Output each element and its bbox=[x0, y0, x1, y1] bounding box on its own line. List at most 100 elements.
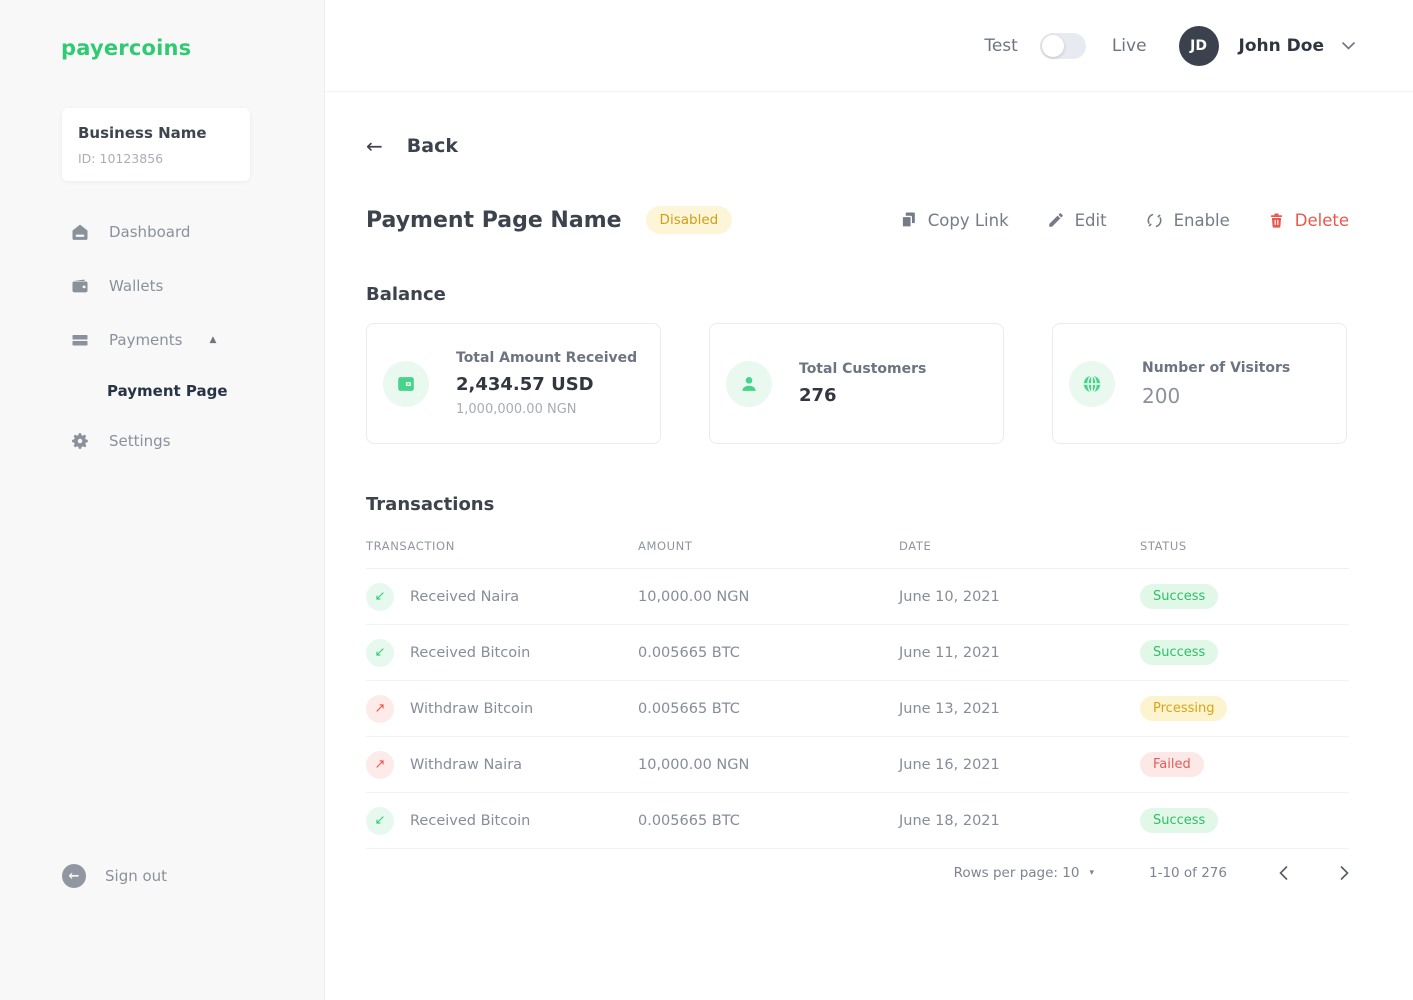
pagination: Rows per page: 10 ▾ 1-10 of 276 bbox=[366, 865, 1349, 881]
table-row: ↗ Withdraw Bitcoin 0.005665 BTC June 13,… bbox=[366, 681, 1349, 737]
table-row: ↙ Received Bitcoin 0.005665 BTC June 18,… bbox=[366, 793, 1349, 849]
transactions-heading: Transactions bbox=[366, 494, 1349, 515]
transaction-date: June 13, 2021 bbox=[899, 701, 1140, 717]
copy-link-button[interactable]: Copy Link bbox=[899, 210, 1009, 230]
transaction-date: June 16, 2021 bbox=[899, 757, 1140, 773]
home-icon bbox=[70, 222, 90, 242]
gear-icon bbox=[70, 431, 90, 451]
copy-icon bbox=[899, 210, 918, 230]
card-value: 276 bbox=[799, 385, 926, 406]
previous-page-button[interactable] bbox=[1279, 866, 1288, 880]
copy-link-label: Copy Link bbox=[928, 211, 1009, 230]
transaction-name: Received Bitcoin bbox=[410, 813, 530, 829]
transactions-body: ↙ Received Naira 10,000.00 NGN June 10, … bbox=[366, 569, 1349, 849]
chevron-right-icon bbox=[1340, 866, 1349, 880]
sidebar-nav: Dashboard Wallets Payments ▲ Payment Pag… bbox=[0, 205, 324, 468]
transaction-status-badge: Success bbox=[1140, 808, 1218, 833]
table-header: TRANSACTION AMOUNT DATE STATUS bbox=[366, 539, 1349, 569]
globe-icon bbox=[1069, 361, 1115, 407]
transaction-status-badge: Prcessing bbox=[1140, 696, 1227, 721]
transactions-table: TRANSACTION AMOUNT DATE STATUS ↙ Receive… bbox=[366, 539, 1349, 849]
transaction-date: June 18, 2021 bbox=[899, 813, 1140, 829]
transaction-amount: 10,000.00 NGN bbox=[638, 589, 899, 605]
avatar[interactable]: JD bbox=[1179, 26, 1219, 66]
card-value: 200 bbox=[1142, 384, 1290, 408]
column-date: DATE bbox=[899, 539, 1140, 553]
table-row: ↙ Received Bitcoin 0.005665 BTC June 11,… bbox=[366, 625, 1349, 681]
rows-per-page-label: Rows per page: 10 bbox=[954, 865, 1080, 881]
pagination-range: 1-10 of 276 bbox=[1149, 865, 1227, 881]
enable-button[interactable]: Enable bbox=[1145, 211, 1230, 230]
sidebar-item-label: Settings bbox=[109, 432, 171, 450]
balance-heading: Balance bbox=[366, 284, 1349, 305]
transaction-date: June 11, 2021 bbox=[899, 645, 1140, 661]
transaction-amount: 0.005665 BTC bbox=[638, 701, 899, 717]
edit-label: Edit bbox=[1075, 211, 1107, 230]
chevron-left-icon bbox=[1279, 866, 1288, 880]
card-sub-value: 1,000,000.00 NGN bbox=[456, 402, 637, 417]
sidebar-item-payment-page[interactable]: Payment Page bbox=[0, 367, 324, 414]
transaction-direction-icon: ↙ bbox=[366, 639, 394, 667]
transaction-status-badge: Failed bbox=[1140, 752, 1204, 777]
next-page-button[interactable] bbox=[1340, 866, 1349, 880]
transaction-direction-icon: ↗ bbox=[366, 695, 394, 723]
enable-label: Enable bbox=[1174, 211, 1230, 230]
test-live-toggle[interactable] bbox=[1040, 33, 1086, 59]
sidebar-item-settings[interactable]: Settings bbox=[0, 414, 324, 468]
back-button[interactable]: ← Back bbox=[366, 134, 458, 158]
business-name: Business Name bbox=[78, 124, 236, 142]
transaction-name: Withdraw Bitcoin bbox=[410, 701, 533, 717]
sidebar-item-wallets[interactable]: Wallets bbox=[0, 259, 324, 313]
signout-label: Sign out bbox=[105, 867, 167, 885]
main-area: Test Live JD John Doe ← Back Payment Pag… bbox=[325, 0, 1413, 1000]
chevron-down-icon[interactable] bbox=[1342, 42, 1355, 50]
toggle-knob bbox=[1042, 35, 1064, 57]
signout-button[interactable]: ← Sign out bbox=[62, 864, 167, 888]
delete-label: Delete bbox=[1295, 211, 1349, 230]
transaction-amount: 0.005665 BTC bbox=[638, 813, 899, 829]
transaction-amount: 0.005665 BTC bbox=[638, 645, 899, 661]
table-row: ↗ Withdraw Naira 10,000.00 NGN June 16, … bbox=[366, 737, 1349, 793]
transaction-date: June 10, 2021 bbox=[899, 589, 1140, 605]
trash-icon bbox=[1268, 211, 1285, 230]
pencil-icon bbox=[1047, 211, 1065, 229]
balance-cards: Total Amount Received 2,434.57 USD 1,000… bbox=[366, 323, 1349, 444]
signout-icon: ← bbox=[62, 864, 86, 888]
page-actions: Copy Link Edit Enable Delete bbox=[899, 210, 1349, 230]
business-id: ID: 10123856 bbox=[78, 151, 236, 166]
person-icon bbox=[726, 361, 772, 407]
wallet-icon bbox=[70, 276, 90, 296]
transaction-status-badge: Success bbox=[1140, 640, 1218, 665]
rows-per-page-dropdown[interactable]: Rows per page: 10 ▾ bbox=[954, 865, 1094, 881]
test-mode-label: Test bbox=[984, 36, 1017, 56]
transaction-name: Received Naira bbox=[410, 589, 519, 605]
column-status: STATUS bbox=[1140, 539, 1349, 553]
card-total-customers: Total Customers 276 bbox=[709, 323, 1004, 444]
sidebar-item-payments[interactable]: Payments ▲ bbox=[0, 313, 324, 367]
card-number-of-visitors: Number of Visitors 200 bbox=[1052, 323, 1347, 444]
sidebar-item-label: Dashboard bbox=[109, 223, 190, 241]
back-arrow-icon: ← bbox=[366, 134, 383, 158]
transaction-name: Withdraw Naira bbox=[410, 757, 522, 773]
edit-button[interactable]: Edit bbox=[1047, 211, 1107, 230]
card-label: Number of Visitors bbox=[1142, 360, 1290, 376]
back-label: Back bbox=[407, 135, 458, 157]
link-icon bbox=[1145, 211, 1164, 230]
delete-button[interactable]: Delete bbox=[1268, 211, 1349, 230]
column-amount: AMOUNT bbox=[638, 539, 899, 553]
wallet-green-icon bbox=[383, 361, 429, 407]
app-window: payercoins Business Name ID: 10123856 Da… bbox=[0, 0, 1413, 1000]
transaction-name: Received Bitcoin bbox=[410, 645, 530, 661]
card-icon bbox=[70, 330, 90, 350]
topbar: Test Live JD John Doe bbox=[325, 0, 1413, 92]
sidebar-item-label: Wallets bbox=[109, 277, 163, 295]
sidebar-item-dashboard[interactable]: Dashboard bbox=[0, 205, 324, 259]
sidebar-item-label: Payments bbox=[109, 331, 182, 349]
transaction-status-badge: Success bbox=[1140, 584, 1218, 609]
payercoins-logo: payercoins bbox=[61, 36, 324, 60]
card-total-amount: Total Amount Received 2,434.57 USD 1,000… bbox=[366, 323, 661, 444]
user-name: John Doe bbox=[1239, 36, 1324, 56]
page-content: ← Back Payment Page Name Disabled Copy L… bbox=[325, 92, 1413, 881]
title-row: Payment Page Name Disabled Copy Link Edi… bbox=[366, 206, 1349, 234]
transaction-direction-icon: ↗ bbox=[366, 751, 394, 779]
